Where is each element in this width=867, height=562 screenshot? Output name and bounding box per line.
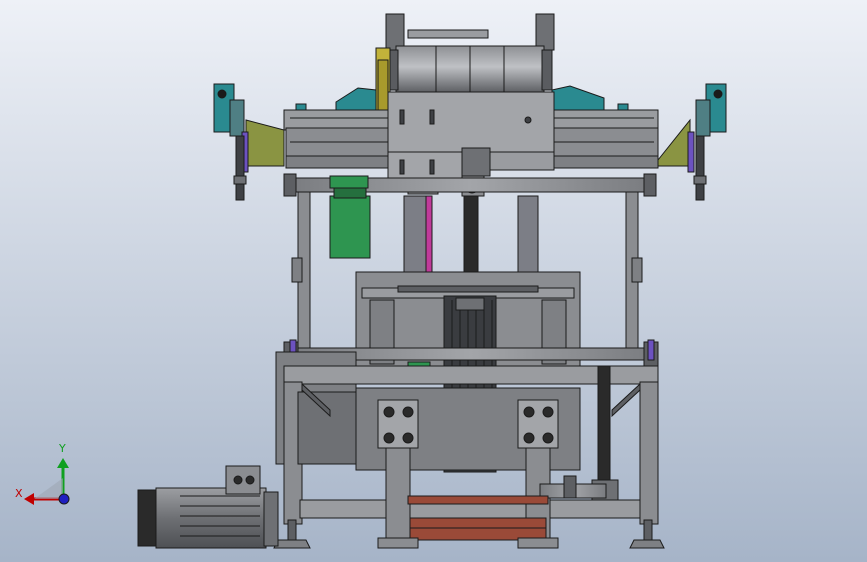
machine-assembly-drawing[interactable] (0, 0, 867, 562)
motor-terminal-box[interactable] (225, 465, 261, 495)
right-purple-disc[interactable] (687, 131, 695, 173)
y-axis-label: Y (59, 442, 66, 455)
z-axis-dot (58, 493, 70, 505)
brown-conveyor-belt[interactable] (407, 495, 549, 541)
cad-viewport[interactable]: Y X (0, 0, 867, 562)
right-black-rail[interactable] (597, 365, 611, 497)
green-gear-motor[interactable] (329, 175, 371, 259)
x-axis-label: X (15, 487, 23, 500)
